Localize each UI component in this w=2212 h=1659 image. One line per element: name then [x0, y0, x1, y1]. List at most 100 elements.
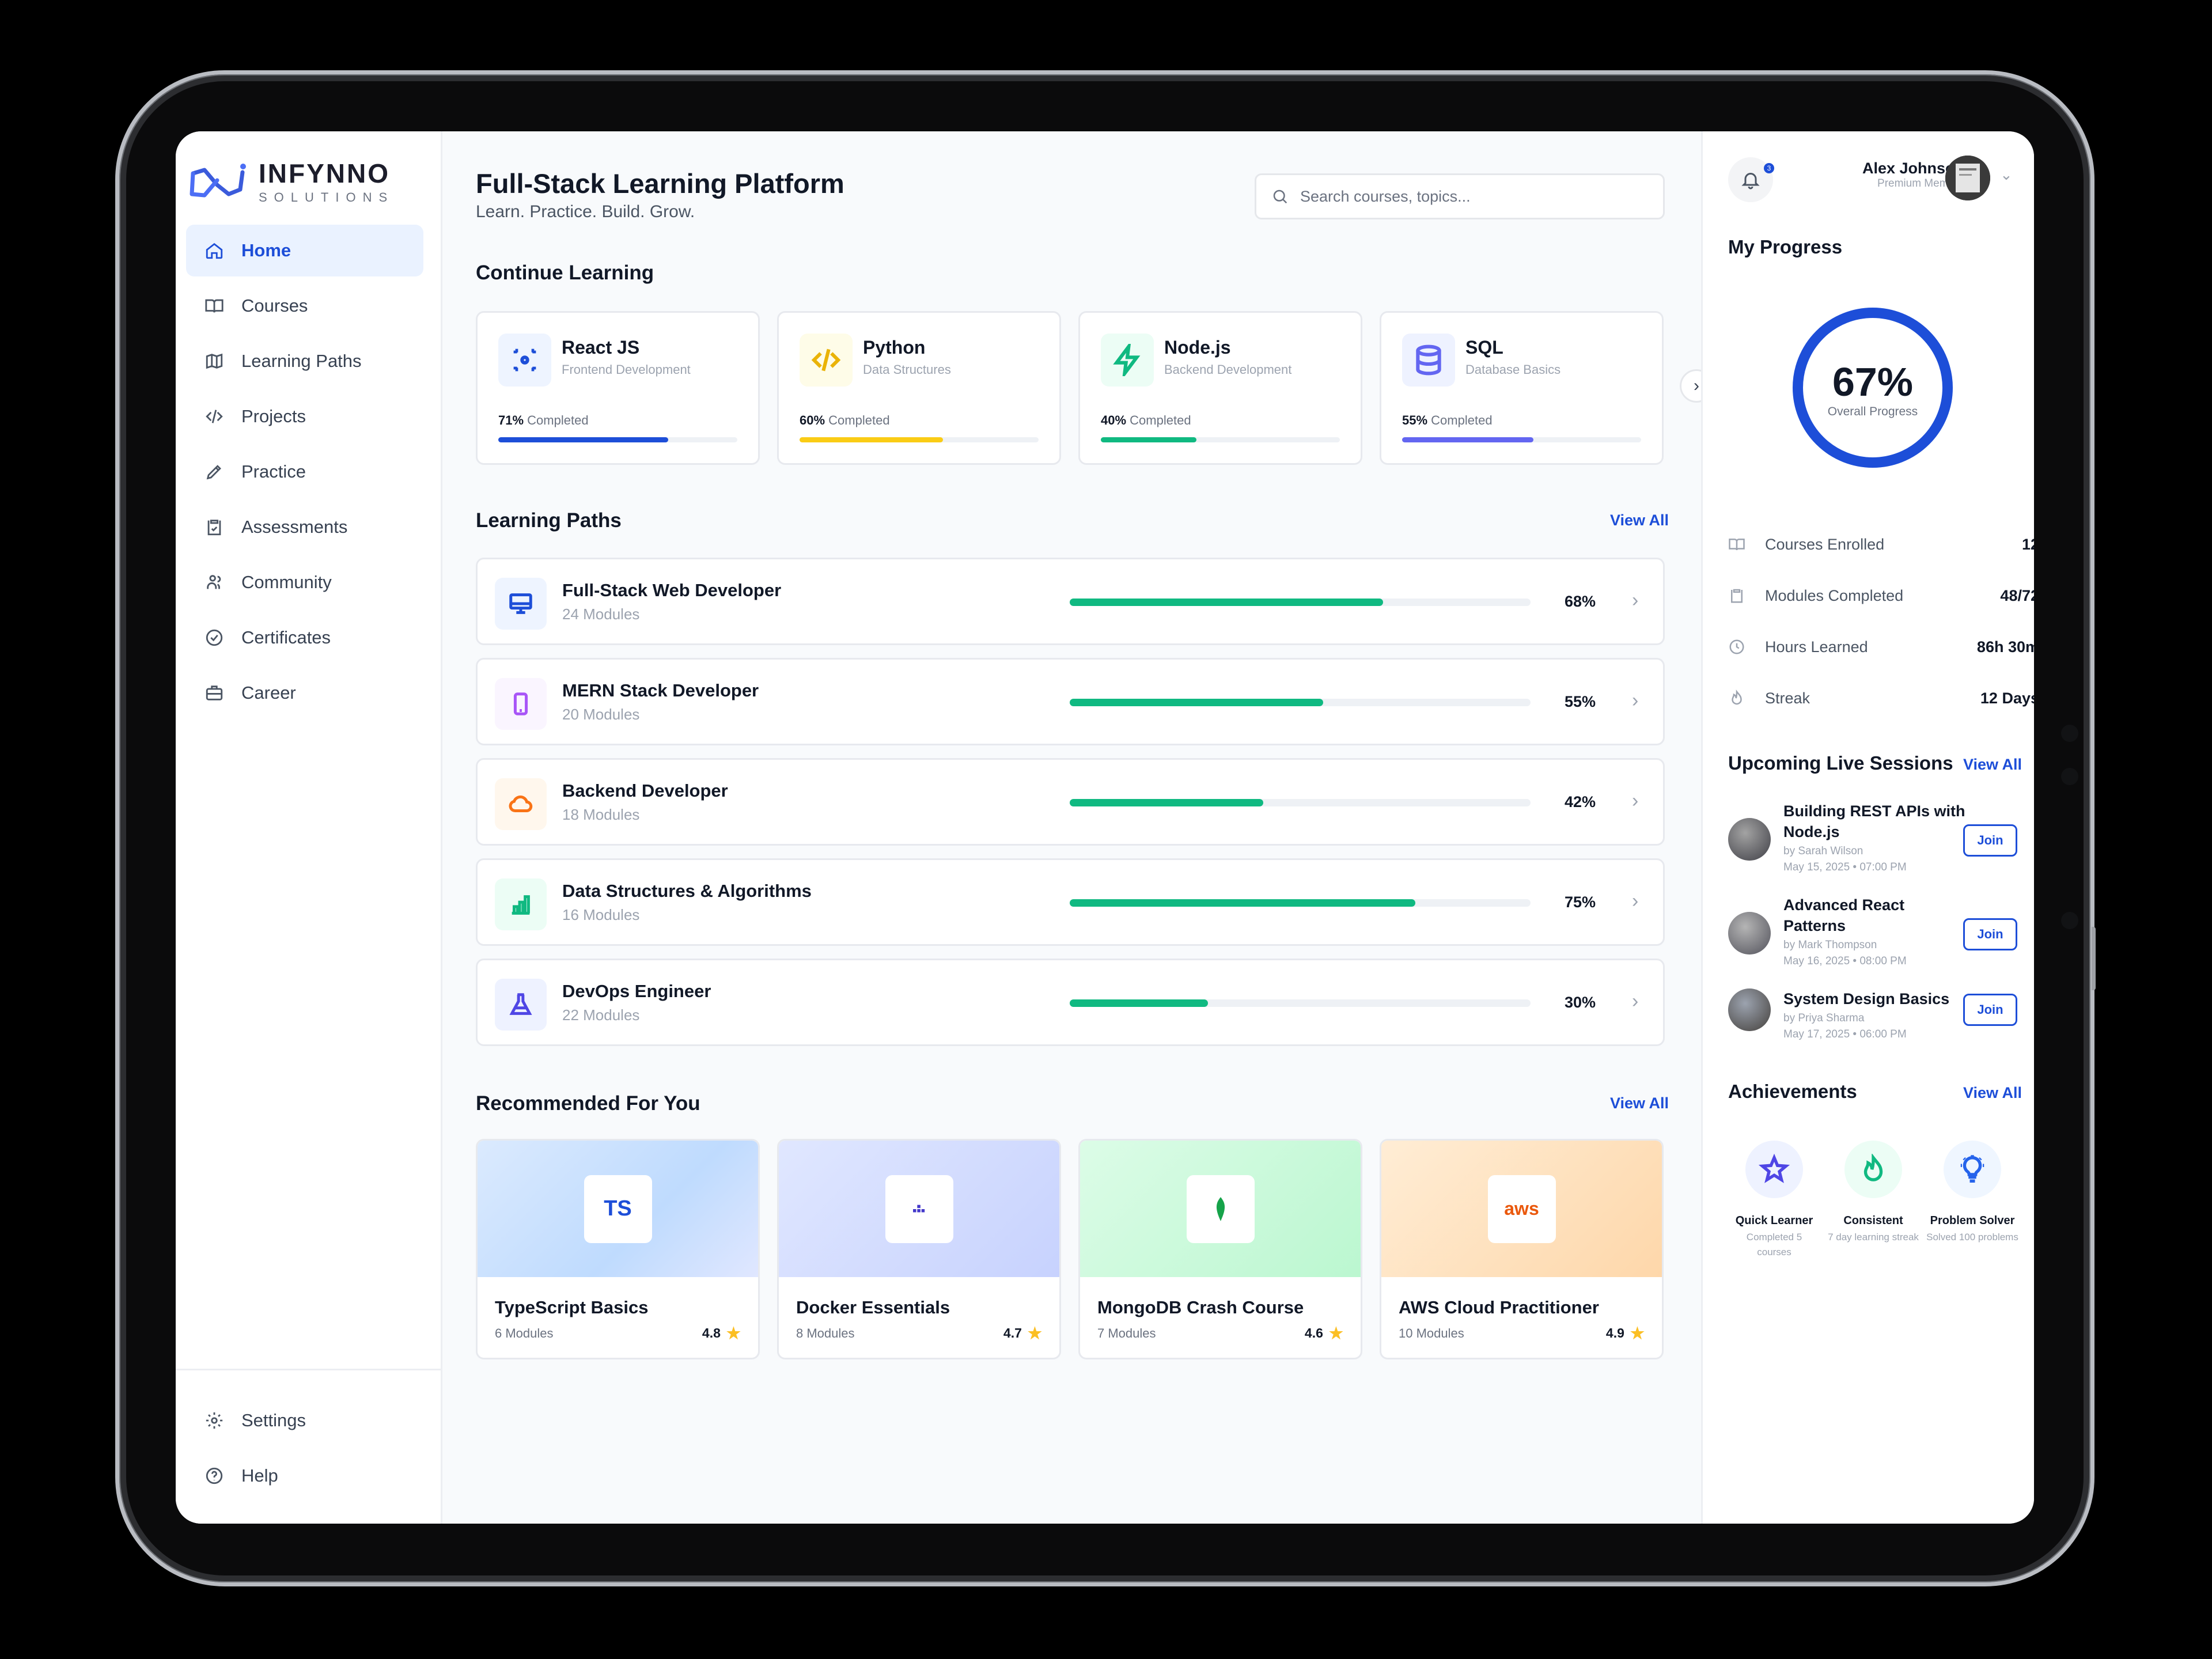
course-card-nodejs[interactable]: Node.js Backend Development 40% Complete… [1078, 311, 1362, 465]
nav-item-help[interactable]: Help [186, 1450, 430, 1502]
achievement-badge[interactable]: Consistent 7 day learning streak [1827, 1141, 1919, 1245]
session-title: System Design Basics [1783, 990, 1950, 1007]
nav-label: Career [241, 683, 296, 703]
join-button[interactable]: Join [1963, 994, 2017, 1026]
course-thumbnail [779, 1141, 1059, 1277]
achievement-name: Quick Learner [1735, 1214, 1813, 1227]
code-icon [206, 410, 223, 423]
nav-item-practice[interactable]: Practice [186, 446, 423, 498]
react-icon [498, 334, 551, 387]
my-progress-heading: My Progress [1728, 236, 1843, 257]
chevron-right-icon: › [1694, 376, 1699, 395]
nav-item-community[interactable]: Community [186, 556, 423, 608]
learning-paths-heading: Learning Paths [476, 509, 622, 532]
typescript-logo: TS [584, 1175, 652, 1243]
brand-logo[interactable]: INFYNNO SOLUTIONS [187, 160, 394, 205]
nav-item-projects[interactable]: Projects [186, 391, 423, 442]
nav-label: Courses [241, 296, 308, 316]
join-button[interactable]: Join [1963, 824, 2017, 857]
course-card-react[interactable]: React JS Frontend Development 71% Comple… [476, 311, 760, 465]
chevron-right-icon: › [1632, 690, 1639, 711]
search-input[interactable]: Search courses, topics... [1255, 173, 1665, 219]
overall-progress-label: Overall Progress [1827, 405, 1918, 418]
rocket-star-icon [1745, 1141, 1803, 1198]
course-title: Python [863, 337, 926, 358]
achievement-badge[interactable]: Quick Learner Completed 5 courses [1728, 1141, 1820, 1260]
rec-modules: 8 Modules [796, 1326, 855, 1340]
nav-item-career[interactable]: Career [186, 667, 423, 719]
side-button [2092, 927, 2096, 990]
rating: 4.7 ★ [1003, 1324, 1042, 1342]
nav-label: Settings [241, 1410, 306, 1430]
stat-courses-enrolled: Courses Enrolled12 [1728, 530, 2034, 559]
sessions-view-all-link[interactable]: View All [1963, 756, 2022, 774]
session-host: by Sarah Wilson [1783, 845, 1863, 857]
code-brackets-icon [800, 334, 853, 387]
learning-path-row[interactable]: MERN Stack Developer 20 Modules 55% › [476, 658, 1665, 745]
chevron-right-icon: › [1632, 890, 1639, 912]
join-button[interactable]: Join [1963, 918, 2017, 950]
path-title: DevOps Engineer [562, 981, 711, 1001]
star-icon: ★ [1027, 1324, 1042, 1342]
course-title: SQL [1465, 337, 1503, 358]
rec-title: Docker Essentials [796, 1297, 950, 1317]
achievement-desc: 7 day learning streak [1828, 1232, 1919, 1243]
nav-label: Community [241, 572, 332, 592]
recommended-card[interactable]: Docker Essentials 8 Modules 4.7 ★ [777, 1139, 1061, 1359]
learning-path-row[interactable]: Full-Stack Web Developer 24 Modules 68% … [476, 558, 1665, 645]
learning-path-row[interactable]: Data Structures & Algorithms 16 Modules … [476, 858, 1665, 946]
session-host: by Priya Sharma [1783, 1012, 1865, 1024]
rec-modules: 10 Modules [1399, 1326, 1464, 1340]
nav-label: Learning Paths [241, 351, 362, 371]
course-title: Node.js [1164, 337, 1231, 358]
path-percent: 42% [1565, 793, 1596, 810]
notifications-button[interactable]: 3 [1728, 157, 1774, 202]
course-progress-bar [1402, 437, 1641, 442]
aws-logo: aws [1487, 1175, 1556, 1243]
achievement-badge[interactable]: Problem Solver Solved 100 problems [1926, 1141, 2018, 1245]
avatar[interactable] [1945, 156, 1990, 200]
rec-modules: 6 Modules [495, 1326, 554, 1340]
paths-view-all-link[interactable]: View All [1610, 512, 1669, 529]
nav-item-assessments[interactable]: Assessments [186, 501, 423, 553]
achievements-view-all-link[interactable]: View All [1963, 1084, 2022, 1102]
app-screen: INFYNNO SOLUTIONS Home Courses Learning … [176, 131, 2034, 1524]
notification-badge: 3 [1764, 163, 1774, 173]
avatar [1728, 988, 1771, 1031]
path-title: Backend Developer [562, 781, 728, 801]
course-subtitle: Backend Development [1164, 362, 1292, 377]
recommended-card[interactable]: aws AWS Cloud Practitioner 10 Modules 4.… [1380, 1139, 1664, 1359]
recommended-card[interactable]: TS TypeScript Basics 6 Modules 4.8 ★ [476, 1139, 760, 1359]
course-progress-bar [498, 437, 737, 442]
avatar [1728, 912, 1771, 955]
nav-item-settings[interactable]: Settings [186, 1395, 430, 1446]
nav-item-home[interactable]: Home [186, 225, 423, 276]
monitor-icon [495, 578, 547, 630]
course-card-python[interactable]: Python Data Structures 60% Completed [777, 311, 1061, 465]
chevron-right-icon: › [1632, 589, 1639, 611]
nav-item-courses[interactable]: Courses [186, 280, 423, 332]
main-nav: Home Courses Learning Paths Projects Pra… [186, 225, 423, 722]
course-subtitle: Frontend Development [562, 362, 691, 377]
nav-item-learning-paths[interactable]: Learning Paths [186, 335, 423, 387]
map-icon [206, 353, 223, 369]
nav-label: Help [241, 1465, 278, 1486]
continue-learning-heading: Continue Learning [476, 262, 654, 284]
learning-path-row[interactable]: Backend Developer 18 Modules 42% › [476, 758, 1665, 846]
rec-title: TypeScript Basics [495, 1297, 649, 1317]
session-title: Advanced React Patterns [1783, 896, 1905, 934]
gear-icon [206, 1412, 223, 1429]
course-progress-text: 40% Completed [1101, 413, 1191, 427]
learning-path-row[interactable]: DevOps Engineer 22 Modules 30% › [476, 959, 1665, 1046]
chevron-down-icon[interactable]: ⌄ [2000, 166, 2013, 184]
avatar [1728, 818, 1771, 861]
stat-hours-learned: Hours Learned 86h 30m [1728, 632, 2034, 661]
nav-label: Assessments [241, 517, 348, 537]
path-title: MERN Stack Developer [562, 680, 759, 700]
nav-item-certificates[interactable]: Certificates [186, 612, 423, 664]
course-card-sql[interactable]: SQL Database Basics 55% Completed [1380, 311, 1664, 465]
nav-label: Practice [241, 461, 306, 482]
recommended-card[interactable]: MongoDB Crash Course 7 Modules 4.6 ★ [1078, 1139, 1362, 1359]
rating: 4.9 ★ [1605, 1324, 1645, 1342]
recommended-view-all-link[interactable]: View All [1610, 1094, 1669, 1112]
